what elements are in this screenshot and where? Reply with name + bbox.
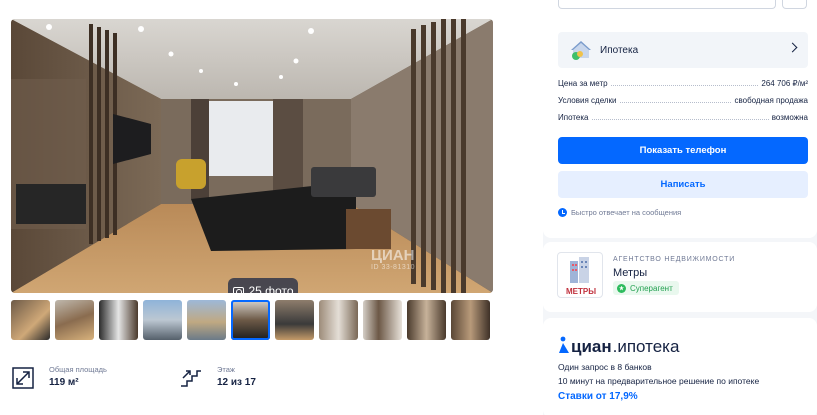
listing-page: ЦИАН ID 33-81310 25 фото Общая площадь 1… bbox=[0, 0, 817, 415]
thumbnail[interactable] bbox=[407, 300, 446, 340]
agency-logo-image: МЕТРЫ bbox=[566, 257, 596, 296]
thumbnail[interactable] bbox=[451, 300, 490, 340]
cian-mortgage-card[interactable]: циан .ипотека Один запрос в 8 банков 10 … bbox=[543, 318, 817, 415]
param-label: Этаж bbox=[217, 365, 235, 374]
thumbnail[interactable] bbox=[187, 300, 226, 340]
stairs-icon bbox=[181, 370, 201, 387]
camera-icon bbox=[232, 286, 244, 293]
thumbnail-active[interactable] bbox=[231, 300, 270, 340]
param-label: Общая площадь bbox=[49, 365, 107, 374]
bedroom-photo bbox=[11, 19, 493, 293]
sidebar: Номер тел. от 000 000-0 Ипотека Цена за … bbox=[543, 0, 817, 415]
info-row-mortgage: Ипотека возможна bbox=[558, 113, 808, 122]
superagent-label: Суперагент bbox=[630, 283, 673, 293]
photo-count-button[interactable]: 25 фото bbox=[228, 278, 298, 293]
thumbnail[interactable] bbox=[275, 300, 314, 340]
agency-name[interactable]: Метры bbox=[613, 267, 647, 279]
thumbnail-strip bbox=[11, 300, 493, 340]
mortgage-rate[interactable]: Ставки от 17,9% bbox=[558, 391, 638, 402]
info-value: 264 706 ₽/м² bbox=[761, 79, 808, 88]
cian-brand: циан bbox=[571, 337, 612, 356]
thumbnail[interactable] bbox=[55, 300, 94, 340]
mortgage-label: Ипотека bbox=[600, 44, 639, 56]
cian-watermark: ЦИАН ID 33-81310 bbox=[371, 247, 416, 271]
thumbnail[interactable] bbox=[319, 300, 358, 340]
agency-logo: МЕТРЫ bbox=[557, 252, 603, 298]
agency-card[interactable]: МЕТРЫ АГЕНТСТВО НЕДВИЖИМОСТИ Метры Супер… bbox=[543, 242, 817, 312]
contact-card: Номер тел. от 000 000-0 Ипотека Цена за … bbox=[543, 0, 817, 238]
cian-logo-icon bbox=[559, 336, 569, 353]
phone-submit-button[interactable] bbox=[782, 0, 807, 9]
mortgage-benefit-1: Один запрос в 8 банков bbox=[558, 362, 652, 372]
param-area: Общая площадь 119 м² bbox=[11, 362, 179, 390]
dotted-leader bbox=[591, 119, 769, 120]
cian-product: .ипотека bbox=[612, 337, 680, 356]
param-floor: Этаж 12 из 17 bbox=[179, 362, 347, 390]
phone-input[interactable]: Номер тел. от 000 000-0 bbox=[558, 0, 776, 9]
info-key: Цена за метр bbox=[558, 79, 608, 88]
thumbnail[interactable] bbox=[11, 300, 50, 340]
house-money-icon bbox=[571, 41, 591, 60]
info-value: свободная продажа bbox=[734, 96, 808, 105]
quick-reply-note: Быстро отвечает на сообщения bbox=[558, 208, 681, 217]
star-badge-icon bbox=[617, 283, 626, 293]
quick-reply-text: Быстро отвечает на сообщения bbox=[571, 208, 682, 217]
listing-params: Общая площадь 119 м² Этаж 12 из 17 bbox=[11, 362, 347, 390]
mortgage-benefit-2: 10 минут на предварительное решение по и… bbox=[558, 376, 760, 386]
write-message-button[interactable]: Написать bbox=[558, 171, 808, 198]
chevron-right-icon bbox=[787, 42, 798, 53]
photo-count-label: 25 фото bbox=[248, 284, 294, 293]
svg-text:МЕТРЫ: МЕТРЫ bbox=[566, 287, 596, 296]
mortgage-row[interactable]: Ипотека bbox=[558, 32, 808, 68]
info-value: возможна bbox=[771, 113, 808, 122]
info-row-price-per-meter: Цена за метр 264 706 ₽/м² bbox=[558, 79, 808, 88]
thumbnail[interactable] bbox=[99, 300, 138, 340]
area-icon bbox=[12, 367, 34, 389]
cian-mortgage-logo: циан .ипотека bbox=[558, 334, 679, 357]
dotted-leader bbox=[619, 102, 732, 103]
param-value: 12 из 17 bbox=[217, 377, 256, 388]
param-value: 119 м² bbox=[49, 377, 79, 388]
clock-icon bbox=[558, 208, 567, 217]
dotted-leader bbox=[610, 85, 759, 86]
agency-type: АГЕНТСТВО НЕДВИЖИМОСТИ bbox=[613, 256, 736, 263]
info-key: Ипотека bbox=[558, 113, 589, 122]
show-phone-button[interactable]: Показать телефон bbox=[558, 137, 808, 164]
info-row-deal-terms: Условия сделки свободная продажа bbox=[558, 96, 808, 105]
thumbnail[interactable] bbox=[363, 300, 402, 340]
main-photo[interactable]: ЦИАН ID 33-81310 25 фото bbox=[11, 19, 493, 293]
superagent-badge: Суперагент bbox=[613, 281, 679, 295]
info-key: Условия сделки bbox=[558, 96, 617, 105]
thumbnail[interactable] bbox=[143, 300, 182, 340]
